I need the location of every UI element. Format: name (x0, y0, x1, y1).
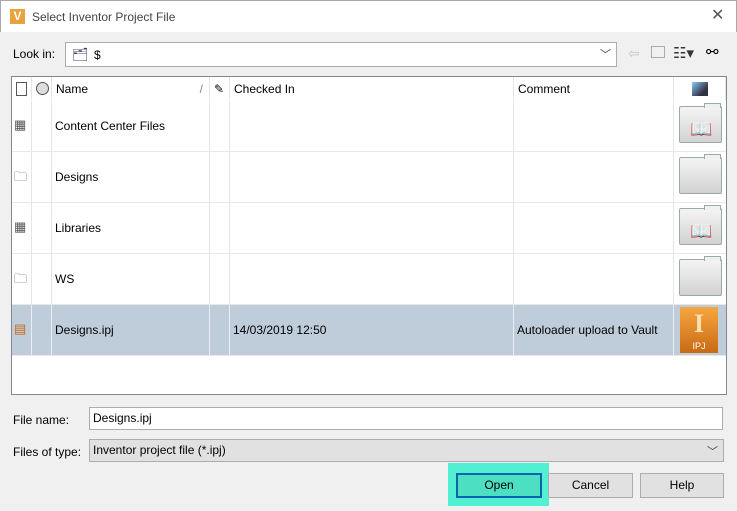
list-row[interactable]: ▤ Designs.ipj 14/03/2019 12:50 Autoloade… (12, 305, 726, 356)
row-checked-in (230, 101, 514, 151)
row-comment (514, 254, 674, 304)
row-comment: Autoloader upload to Vault (514, 305, 674, 355)
status-column-icon[interactable] (32, 77, 52, 100)
row-comment (514, 101, 674, 151)
list-row[interactable]: ▦ Content Center Files 📖 (12, 101, 726, 152)
ipj-icon: ▤ (14, 321, 27, 336)
app-logo-icon: V (10, 9, 25, 24)
up-folder-icon[interactable] (651, 46, 665, 58)
binoculars-icon[interactable]: ⚯ (706, 43, 719, 61)
row-checked-in (230, 152, 514, 202)
help-button[interactable]: Help (640, 473, 724, 498)
library-thumbnail-icon: 📖 (679, 205, 722, 245)
column-header-checked-in[interactable]: Checked In (230, 77, 514, 100)
close-icon[interactable]: ✕ (711, 5, 724, 25)
name-header-label: Name (56, 82, 89, 96)
row-checked-in: 14/03/2019 12:50 (230, 305, 514, 355)
vault-folder-icon: 🗂 (72, 47, 89, 62)
list-row[interactable]: 🗀 Designs (12, 152, 726, 203)
file-type-value: Inventor project file (*.ipj) (93, 443, 226, 457)
ipj-badge: IPJ (692, 341, 706, 351)
folder-icon: 🗀 (14, 271, 28, 286)
ipj-thumbnail-icon: I IPJ (680, 307, 718, 353)
list-row[interactable]: ▦ Libraries 📖 (12, 203, 726, 254)
view-menu-icon[interactable]: ☷▾ (673, 44, 694, 62)
window-title: Select Inventor Project File (32, 10, 176, 24)
row-name: WS (52, 254, 210, 304)
look-in-label: Look in: (13, 47, 56, 61)
row-name: Content Center Files (52, 101, 210, 151)
chevron-down-icon: ﹀ (707, 446, 718, 458)
open-button[interactable]: Open (456, 473, 542, 498)
file-type-dropdown[interactable]: Inventor project file (*.ipj) ﹀ (89, 439, 724, 462)
file-name-input[interactable]: Designs.ipj (89, 407, 723, 430)
edit-column-icon[interactable]: ✎ (210, 77, 230, 100)
title-bar: V Select Inventor Project File ✕ (0, 0, 737, 32)
library-icon: ▦ (14, 219, 27, 234)
list-row[interactable]: 🗀 WS (12, 254, 726, 305)
look-in-value: $ (94, 48, 101, 62)
library-icon: ▦ (14, 117, 27, 132)
folder-thumbnail-icon (679, 256, 722, 296)
cancel-button[interactable]: Cancel (548, 473, 633, 498)
row-name: Designs (52, 152, 210, 202)
file-type-label: Files of type: (13, 445, 82, 459)
look-in-dropdown[interactable]: 🗂 $ ﹀ (65, 42, 617, 67)
file-name-label: File name: (13, 413, 70, 427)
chevron-down-icon: ﹀ (600, 49, 611, 61)
row-comment (514, 152, 674, 202)
row-comment (514, 203, 674, 253)
library-thumbnail-icon: 📖 (679, 103, 722, 143)
row-name: Libraries (52, 203, 210, 253)
row-checked-in (230, 254, 514, 304)
ipj-glyph: I (693, 309, 705, 338)
back-icon[interactable]: ⇦ (628, 45, 640, 62)
sort-indicator-icon: / (199, 82, 203, 96)
folder-thumbnail-icon (679, 154, 722, 194)
file-list[interactable]: Name / ✎ Checked In Comment ▦ Content Cen… (11, 76, 727, 395)
row-name: Designs.ipj (52, 305, 210, 355)
column-header-comment[interactable]: Comment (514, 77, 674, 100)
file-type-column-icon[interactable] (12, 77, 32, 100)
row-checked-in (230, 203, 514, 253)
thumbnail-column-icon[interactable] (674, 77, 726, 100)
folder-icon: 🗀 (14, 169, 28, 184)
column-header-name[interactable]: Name / (52, 77, 210, 100)
